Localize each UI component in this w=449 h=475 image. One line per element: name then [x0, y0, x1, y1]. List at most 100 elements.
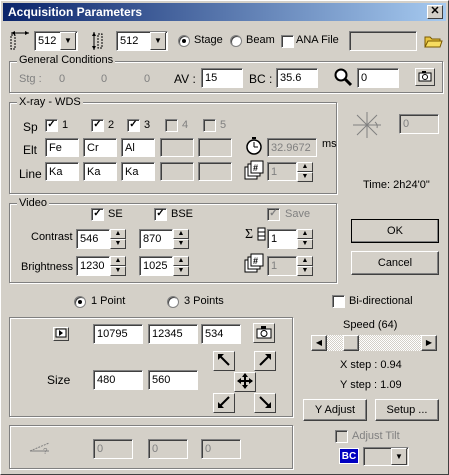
height-dropdown-icon[interactable]: ▼: [150, 32, 166, 50]
line-1-input[interactable]: Ka: [45, 162, 79, 181]
move-down-right-icon[interactable]: [254, 393, 276, 413]
move-center-icon[interactable]: [234, 372, 256, 392]
line-2-input[interactable]: Ka: [83, 162, 117, 181]
sp-label: Sp: [23, 120, 38, 134]
y-step-text: Y step : 1.09: [340, 379, 402, 391]
brightness-bse-spinner[interactable]: ▲ ▼: [173, 256, 189, 276]
adjust-tilt-checkbox[interactable]: [335, 430, 348, 443]
move-up-right-icon[interactable]: [254, 351, 276, 371]
elt-2-input[interactable]: Cr: [83, 138, 117, 157]
count-input[interactable]: 1: [267, 256, 297, 276]
bidirectional-checkbox[interactable]: [332, 295, 345, 308]
three-points-radio[interactable]: [167, 296, 179, 308]
speed-label: Speed (64): [343, 319, 398, 331]
move-down-left-icon[interactable]: [213, 393, 235, 413]
ana-file-field[interactable]: [349, 31, 417, 51]
av-label: AV :: [174, 72, 196, 86]
sum-input[interactable]: 1: [267, 229, 297, 249]
open-folder-icon[interactable]: [423, 32, 443, 50]
se-checkbox[interactable]: ✓: [91, 208, 104, 221]
sp-3-checkbox[interactable]: ✓: [127, 119, 140, 132]
accum-input[interactable]: 1: [267, 162, 297, 181]
bc-label: BC :: [249, 72, 273, 86]
size-y-input[interactable]: 560: [148, 370, 198, 390]
speed-right-arrow-icon[interactable]: ▶: [421, 335, 437, 351]
sp-3-label: 3: [144, 119, 151, 131]
magnifier-icon[interactable]: [333, 67, 353, 87]
sp-2-checkbox[interactable]: ✓: [91, 119, 104, 132]
sp-4-checkbox[interactable]: [165, 119, 178, 132]
bse-label: BSE: [171, 208, 194, 220]
brightness-se-spinner[interactable]: ▲ ▼: [110, 256, 126, 276]
beam-radio[interactable]: [230, 35, 242, 47]
sum-spinner[interactable]: ▲ ▼: [297, 229, 313, 249]
elt-4-input[interactable]: [160, 138, 194, 157]
pos-z-input[interactable]: 534: [201, 324, 241, 344]
tilt-combo-dropdown-icon[interactable]: ▼: [391, 448, 407, 465]
speed-left-arrow-icon[interactable]: ◀: [311, 335, 327, 351]
save-checkbox[interactable]: ✓: [267, 208, 280, 221]
speed-thumb[interactable]: [343, 335, 359, 351]
stg-z-value: 0: [144, 73, 151, 85]
brightness-se-input[interactable]: 1230: [76, 256, 110, 276]
dwell-input[interactable]: 32.9672: [267, 138, 317, 157]
svg-text:?: ?: [43, 447, 48, 455]
sp-5-label: 5: [220, 119, 227, 131]
mag-input[interactable]: 0: [357, 68, 399, 88]
adjust-tilt-label: Adjust Tilt: [352, 430, 400, 442]
tilt-y-input[interactable]: 0: [148, 439, 188, 459]
move-up-left-icon[interactable]: [213, 351, 235, 371]
line-5-input[interactable]: [198, 162, 232, 181]
svg-text:#: #: [253, 163, 258, 173]
acquisition-parameters-window: Acquisition Parameters ✕ 512 ▼ 512 ▼ Sta…: [0, 0, 449, 475]
pos-y-input[interactable]: 12345: [148, 324, 198, 344]
position-icon[interactable]: [53, 327, 69, 341]
close-button[interactable]: ✕: [427, 5, 443, 19]
accumulation-icon: #: [244, 160, 264, 182]
xray-wds-title: X-ray - WDS: [17, 96, 83, 108]
elt-3-input[interactable]: Al: [121, 138, 155, 157]
elt-1-input[interactable]: Fe: [45, 138, 79, 157]
ana-file-checkbox[interactable]: [281, 35, 294, 48]
bc-badge-icon: BC: [339, 448, 359, 464]
general-conditions-title: General Conditions: [17, 54, 116, 66]
contrast-bse-spinner[interactable]: ▲ ▼: [173, 229, 189, 249]
sum-icon: Σ: [245, 225, 267, 243]
bc-input[interactable]: 35.6: [276, 68, 318, 88]
tilt-x-input[interactable]: 0: [93, 439, 133, 459]
elt-5-input[interactable]: [198, 138, 232, 157]
sp-2-label: 2: [108, 119, 115, 131]
window-title: Acquisition Parameters: [8, 5, 143, 19]
brightness-bse-input[interactable]: 1025: [139, 256, 173, 276]
one-point-radio[interactable]: [74, 296, 86, 308]
setup-button[interactable]: Setup ...: [375, 399, 439, 421]
line-4-input[interactable]: [160, 162, 194, 181]
speed-scrollbar[interactable]: ◀ ▶: [311, 335, 437, 351]
sp-5-checkbox[interactable]: [203, 119, 216, 132]
ana-file-label: ANA File: [296, 34, 339, 46]
area-camera-icon[interactable]: [253, 323, 275, 343]
sp-1-checkbox[interactable]: ✓: [45, 119, 58, 132]
ok-button[interactable]: OK: [351, 219, 439, 243]
line-3-input[interactable]: Ka: [121, 162, 155, 181]
camera-icon[interactable]: [415, 68, 435, 86]
angle-input[interactable]: 0: [399, 114, 439, 134]
av-input[interactable]: 15: [201, 68, 243, 88]
tilt-icon: ?: [29, 439, 51, 456]
beam-label: Beam: [246, 34, 275, 46]
stage-radio[interactable]: [178, 35, 190, 47]
width-dropdown-icon[interactable]: ▼: [60, 32, 76, 50]
tilt-z-input[interactable]: 0: [201, 439, 241, 459]
size-x-input[interactable]: 480: [93, 370, 143, 390]
accum-spinner[interactable]: ▲ ▼: [297, 162, 313, 182]
count-spinner[interactable]: ▲ ▼: [297, 256, 313, 276]
y-adjust-button[interactable]: Y Adjust: [303, 399, 367, 421]
pos-x-input[interactable]: 10795: [93, 324, 143, 344]
stg-label: Stg :: [19, 73, 42, 85]
cancel-button[interactable]: Cancel: [351, 251, 439, 275]
video-count-icon: #: [244, 253, 264, 275]
contrast-bse-input[interactable]: 870: [139, 229, 173, 249]
contrast-se-spinner[interactable]: ▲ ▼: [110, 229, 126, 249]
bse-checkbox[interactable]: ✓: [154, 208, 167, 221]
contrast-se-input[interactable]: 546: [76, 229, 110, 249]
